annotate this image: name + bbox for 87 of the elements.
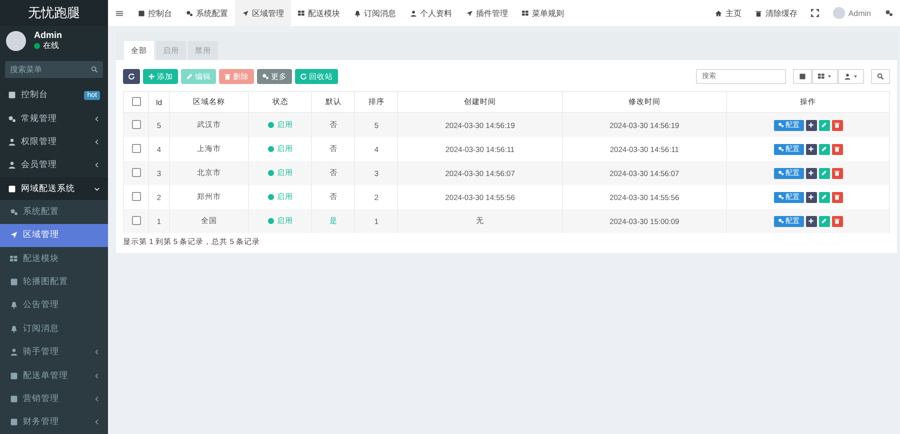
cogs-icon bbox=[10, 208, 18, 216]
nav-tab[interactable]: 配送模块 bbox=[291, 0, 347, 26]
pencil-icon bbox=[821, 218, 828, 224]
refresh-icon bbox=[128, 73, 135, 80]
pencil-icon bbox=[821, 122, 828, 128]
app-logo-text: 无忧跑腿 bbox=[0, 0, 108, 26]
nav-tab[interactable]: 系统配置 bbox=[179, 0, 235, 26]
cogs-icon bbox=[8, 114, 16, 123]
sidebar-item[interactable]: 财务管理 bbox=[0, 410, 108, 434]
trash-icon bbox=[834, 122, 840, 128]
bell-icon bbox=[10, 324, 18, 333]
delete-button[interactable] bbox=[832, 144, 843, 154]
trash-icon bbox=[834, 146, 840, 152]
delete-button[interactable] bbox=[832, 120, 843, 130]
paper-plane-icon bbox=[10, 231, 18, 240]
trash-icon bbox=[834, 218, 840, 224]
nav-tab[interactable]: 订阅消息 bbox=[347, 0, 403, 26]
cogs-icon bbox=[186, 10, 193, 16]
paper-plane-icon bbox=[242, 10, 249, 16]
user-icon bbox=[410, 10, 417, 16]
sidebar-item[interactable]: 权限管理 bbox=[0, 130, 108, 154]
sidebar-item[interactable]: 会员管理 bbox=[0, 154, 108, 177]
sidebar-item[interactable]: 配送模块 bbox=[0, 247, 108, 270]
sidebar-item[interactable]: 系统配置 bbox=[0, 200, 108, 224]
search-icon bbox=[877, 73, 884, 80]
nav-tab[interactable]: 插件管理 bbox=[459, 0, 515, 26]
refresh-button[interactable] bbox=[123, 69, 140, 84]
plus-icon bbox=[148, 73, 155, 80]
drag-button[interactable] bbox=[806, 144, 817, 154]
nav-tab[interactable]: 控制台 bbox=[131, 0, 179, 26]
drag-button[interactable] bbox=[806, 216, 817, 226]
sidebar-item[interactable]: 常规管理 bbox=[0, 106, 108, 130]
settings-icon bbox=[885, 9, 893, 17]
nav-tab[interactable]: 区域管理 bbox=[235, 0, 291, 26]
clear-cache-button[interactable]: 清除缓存 bbox=[748, 8, 804, 18]
home-link[interactable]: 主页 bbox=[708, 8, 748, 18]
drag-button[interactable] bbox=[806, 192, 817, 202]
trash-icon bbox=[224, 73, 231, 80]
row-checkbox[interactable] bbox=[132, 168, 140, 176]
drag-button[interactable] bbox=[806, 168, 817, 178]
sidebar-item[interactable]: 营销管理 bbox=[0, 387, 108, 411]
delete-button[interactable] bbox=[832, 216, 843, 226]
paper-plane-icon bbox=[466, 10, 473, 16]
sidebar-item[interactable]: 订阅消息 bbox=[0, 317, 108, 340]
caret-icon bbox=[827, 74, 832, 79]
pencil-icon bbox=[821, 170, 828, 176]
bell-icon bbox=[354, 10, 361, 16]
row-checkbox[interactable] bbox=[132, 216, 140, 224]
row-checkbox[interactable] bbox=[132, 120, 140, 128]
nav-tab[interactable]: 菜单规则 bbox=[515, 0, 571, 26]
sidebar-item[interactable]: 配送单管理 bbox=[0, 364, 108, 388]
row-checkbox[interactable] bbox=[132, 192, 140, 200]
bell-icon bbox=[10, 301, 18, 310]
export-button[interactable] bbox=[838, 69, 864, 84]
delete-button[interactable] bbox=[832, 168, 843, 178]
user-status: 在线 bbox=[43, 40, 59, 52]
trash-icon bbox=[755, 10, 762, 16]
fullscreen-icon bbox=[811, 9, 820, 17]
toggle-view-button[interactable] bbox=[793, 69, 812, 84]
delete-button[interactable] bbox=[832, 192, 843, 202]
cog-icon bbox=[262, 73, 269, 80]
grid-icon bbox=[818, 73, 825, 80]
sidebar-item[interactable]: 骑手管理 bbox=[0, 340, 108, 364]
pencil-icon bbox=[821, 146, 828, 152]
drag-button[interactable] bbox=[806, 120, 817, 130]
avatar bbox=[6, 30, 26, 51]
columns-button[interactable] bbox=[812, 69, 838, 84]
sidebar-item[interactable]: 公告管理 bbox=[0, 294, 108, 318]
sidebar-item[interactable]: 轮播图配置 bbox=[0, 270, 108, 294]
user-menu[interactable]: Admin bbox=[848, 8, 871, 18]
caret-icon bbox=[853, 74, 858, 79]
trash-icon bbox=[834, 170, 840, 176]
trash-icon bbox=[834, 194, 840, 200]
menu-search-field[interactable]: 搜索菜单 bbox=[5, 60, 103, 78]
row-checkbox[interactable] bbox=[132, 144, 140, 152]
grid-icon bbox=[10, 254, 18, 263]
nav-tab[interactable]: 个人资料 bbox=[403, 0, 459, 26]
select-all-checkbox[interactable] bbox=[132, 96, 140, 106]
sidebar-item[interactable]: 网域配送系统 bbox=[0, 176, 108, 200]
search-button[interactable] bbox=[871, 69, 890, 84]
pencil-icon bbox=[821, 194, 828, 200]
user-name: Admin bbox=[34, 30, 62, 40]
home-icon bbox=[715, 10, 722, 16]
grid-icon bbox=[298, 10, 305, 16]
sidebar-item[interactable]: 区域管理 bbox=[0, 224, 108, 248]
pencil-icon bbox=[186, 73, 193, 80]
search-icon bbox=[91, 66, 98, 73]
